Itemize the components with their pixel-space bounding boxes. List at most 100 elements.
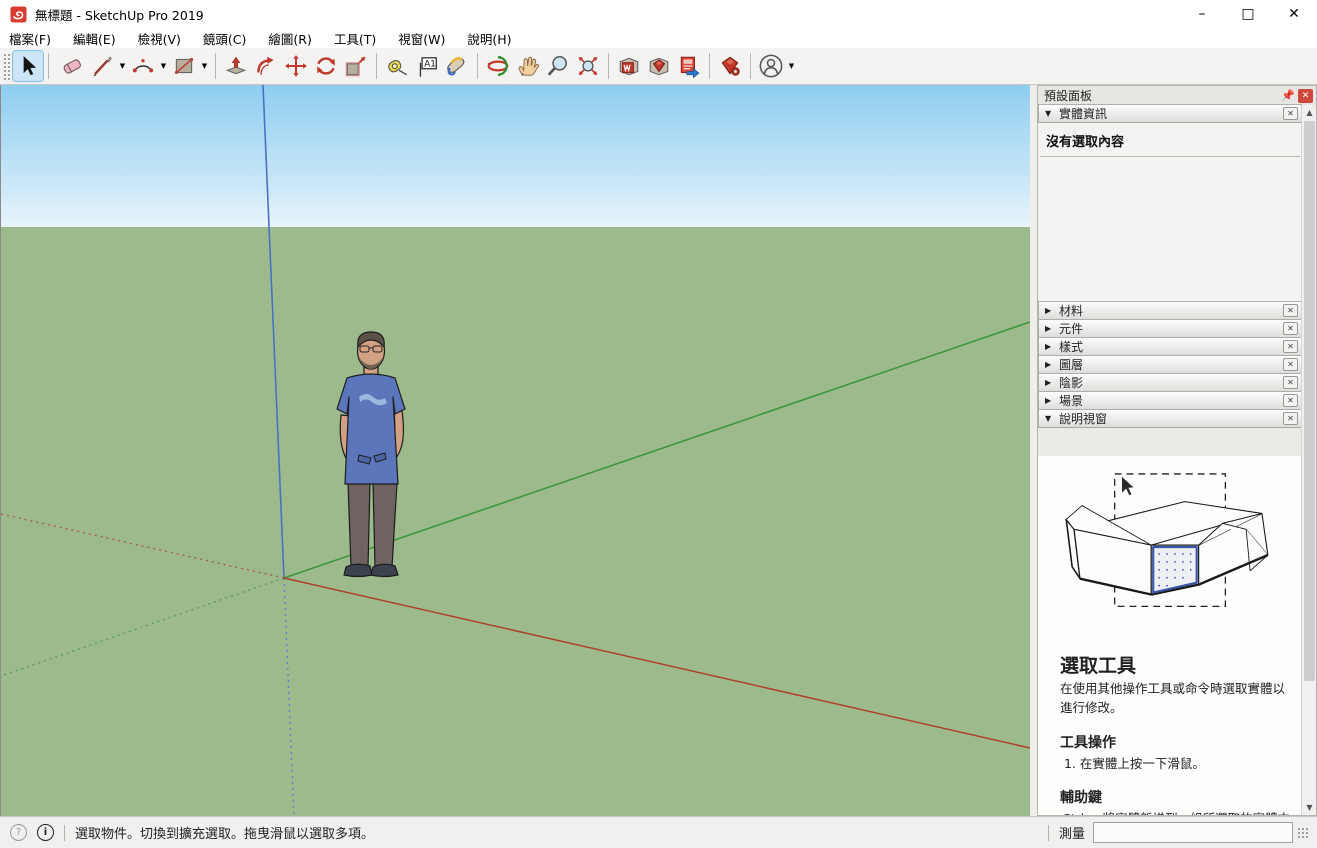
move-tool-button[interactable] bbox=[281, 51, 311, 81]
section-close-icon[interactable]: ✕ bbox=[1283, 322, 1298, 335]
minimize-button[interactable]: – bbox=[1179, 0, 1225, 28]
scroll-up-icon[interactable]: ▲ bbox=[1302, 105, 1317, 120]
modeling-viewport[interactable] bbox=[0, 85, 1030, 816]
menu-item-help[interactable]: 說明(H) bbox=[467, 29, 511, 48]
paint-bucket-icon bbox=[445, 54, 469, 78]
section-shadows[interactable]: ▶ 陰影 ✕ bbox=[1038, 373, 1302, 392]
menu-item-view[interactable]: 檢視(V) bbox=[138, 29, 181, 48]
menu-bar: 檔案(F) 編輯(E) 檢視(V) 鏡頭(C) 繪圖(R) 工具(T) 視窗(W… bbox=[0, 28, 1317, 48]
instructor-modifier-1: Ctrl = 將實體新增到一組所選取的實體中 bbox=[1062, 810, 1292, 815]
window-title: 無標題 - SketchUp Pro 2019 bbox=[35, 5, 204, 24]
panel-title-bar[interactable]: 預設面板 📌 ✕ bbox=[1038, 86, 1316, 105]
select-tool-button[interactable] bbox=[13, 51, 43, 81]
3d-warehouse-icon bbox=[617, 54, 641, 78]
instructor-title: 選取工具 bbox=[1060, 651, 1292, 678]
eraser-icon bbox=[60, 54, 84, 78]
menu-item-draw[interactable]: 繪圖(R) bbox=[268, 29, 311, 48]
menu-item-edit[interactable]: 編輯(E) bbox=[73, 29, 116, 48]
follow-me-icon bbox=[254, 54, 278, 78]
tape-measure-tool-button[interactable] bbox=[382, 51, 412, 81]
svg-text:A1: A1 bbox=[424, 60, 436, 70]
tape-measure-icon bbox=[385, 54, 409, 78]
select-arrow-icon bbox=[16, 54, 40, 78]
section-scenes[interactable]: ▶ 場景 ✕ bbox=[1038, 391, 1302, 410]
instructor-modifier-heading: 輔助鍵 bbox=[1060, 787, 1292, 807]
scroll-down-icon[interactable]: ▼ bbox=[1302, 800, 1317, 815]
zoom-extents-tool-button[interactable] bbox=[573, 51, 603, 81]
section-close-icon[interactable]: ✕ bbox=[1283, 394, 1298, 407]
menu-item-tools[interactable]: 工具(T) bbox=[334, 29, 376, 48]
line-tool-dropdown[interactable]: ▼ bbox=[117, 51, 128, 81]
chevron-right-icon: ▶ bbox=[1045, 396, 1059, 405]
instructor-operation-heading: 工具操作 bbox=[1060, 732, 1292, 752]
zoom-tool-button[interactable] bbox=[543, 51, 573, 81]
arc-tool-button[interactable] bbox=[128, 51, 158, 81]
arc-tool-dropdown[interactable]: ▼ bbox=[158, 51, 169, 81]
info-status-icon[interactable]: i bbox=[37, 824, 54, 841]
section-layers[interactable]: ▶ 圖層 ✕ bbox=[1038, 355, 1302, 374]
3d-warehouse-button[interactable] bbox=[614, 51, 644, 81]
pan-hand-icon bbox=[516, 54, 540, 78]
toolbar-grip[interactable] bbox=[2, 52, 10, 80]
section-materials[interactable]: ▶ 材料 ✕ bbox=[1038, 301, 1302, 320]
paint-bucket-tool-button[interactable] bbox=[442, 51, 472, 81]
menu-item-window[interactable]: 視窗(W) bbox=[398, 29, 445, 48]
menu-item-camera[interactable]: 鏡頭(C) bbox=[203, 29, 246, 48]
default-tray-panel: 預設面板 📌 ✕ ▼ 實體資訊 ✕ 沒有選取內容 ▶ 材料 ✕ ▶ 元件 ✕ bbox=[1037, 85, 1317, 816]
section-close-icon[interactable]: ✕ bbox=[1283, 376, 1298, 389]
section-close-icon[interactable]: ✕ bbox=[1283, 358, 1298, 371]
title-bar: 無標題 - SketchUp Pro 2019 – □ ✕ bbox=[0, 0, 1317, 28]
sketchup-logo-icon bbox=[10, 6, 27, 23]
maximize-button[interactable]: □ bbox=[1225, 0, 1271, 28]
zoom-extents-icon bbox=[576, 54, 600, 78]
section-components[interactable]: ▶ 元件 ✕ bbox=[1038, 319, 1302, 338]
section-instructor[interactable]: ▼ 說明視窗 ✕ bbox=[1038, 409, 1302, 428]
panel-splitter[interactable] bbox=[1030, 85, 1037, 816]
push-pull-tool-button[interactable] bbox=[221, 51, 251, 81]
text-tool-button[interactable]: A1 bbox=[412, 51, 442, 81]
section-close-icon[interactable]: ✕ bbox=[1283, 340, 1298, 353]
orbit-tool-button[interactable] bbox=[483, 51, 513, 81]
chevron-down-icon: ▼ bbox=[1045, 414, 1059, 423]
section-close-icon[interactable]: ✕ bbox=[1283, 412, 1298, 425]
measurements-input[interactable] bbox=[1093, 822, 1293, 843]
instructor-body: 選取工具 在使用其他操作工具或命令時選取實體以進行修改。 工具操作 1. 在實體… bbox=[1038, 456, 1302, 815]
pencil-icon bbox=[90, 54, 114, 78]
follow-me-tool-button[interactable] bbox=[251, 51, 281, 81]
section-close-icon[interactable]: ✕ bbox=[1283, 107, 1298, 120]
extension-manager-button[interactable] bbox=[715, 51, 745, 81]
send-to-layout-icon bbox=[677, 54, 701, 78]
zoom-icon bbox=[546, 54, 570, 78]
line-tool-button[interactable] bbox=[87, 51, 117, 81]
scrollbar-thumb[interactable] bbox=[1304, 121, 1315, 681]
chevron-right-icon: ▶ bbox=[1045, 360, 1059, 369]
measurements-label: 測量 bbox=[1059, 823, 1085, 842]
extension-warehouse-button[interactable] bbox=[644, 51, 674, 81]
pin-icon[interactable]: 📌 bbox=[1281, 89, 1295, 103]
ground bbox=[1, 227, 1030, 816]
scale-tool-button[interactable] bbox=[341, 51, 371, 81]
resize-grip[interactable] bbox=[1297, 827, 1309, 839]
send-to-layout-button[interactable] bbox=[674, 51, 704, 81]
chevron-right-icon: ▶ bbox=[1045, 324, 1059, 333]
rectangle-tool-button[interactable] bbox=[169, 51, 199, 81]
entity-info-empty-message: 沒有選取內容 bbox=[1038, 123, 1302, 156]
chevron-right-icon: ▶ bbox=[1045, 342, 1059, 351]
section-close-icon[interactable]: ✕ bbox=[1283, 304, 1298, 317]
pan-tool-button[interactable] bbox=[513, 51, 543, 81]
panel-close-button[interactable]: ✕ bbox=[1298, 89, 1313, 103]
account-icon bbox=[758, 53, 784, 79]
account-button[interactable] bbox=[756, 51, 786, 81]
eraser-tool-button[interactable] bbox=[57, 51, 87, 81]
rectangle-tool-dropdown[interactable]: ▼ bbox=[199, 51, 210, 81]
section-styles[interactable]: ▶ 樣式 ✕ bbox=[1038, 337, 1302, 356]
move-icon bbox=[284, 54, 308, 78]
chevron-right-icon: ▶ bbox=[1045, 378, 1059, 387]
geolocation-status-icon[interactable]: ? bbox=[10, 824, 27, 841]
section-entity-info[interactable]: ▼ 實體資訊 ✕ bbox=[1038, 104, 1302, 123]
rotate-tool-button[interactable] bbox=[311, 51, 341, 81]
close-button[interactable]: ✕ bbox=[1271, 0, 1317, 28]
account-dropdown[interactable]: ▼ bbox=[786, 51, 797, 81]
menu-item-file[interactable]: 檔案(F) bbox=[9, 29, 51, 48]
panel-scrollbar[interactable]: ▲ ▼ bbox=[1301, 105, 1316, 815]
